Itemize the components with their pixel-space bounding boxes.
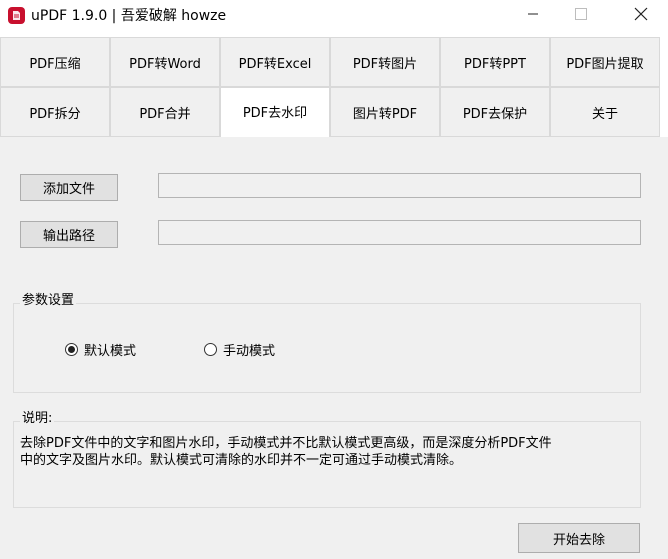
tab-pdf-remove-protection[interactable]: PDF去保护 xyxy=(440,87,550,137)
maximize-button[interactable] xyxy=(558,0,604,32)
default-mode-radio[interactable]: 默认模式 xyxy=(65,340,136,359)
file-path-field[interactable] xyxy=(158,173,641,198)
minimize-button[interactable] xyxy=(510,0,556,32)
updf-app-icon xyxy=(8,7,25,24)
manual-mode-label: 手动模式 xyxy=(223,344,276,359)
close-button[interactable] xyxy=(618,0,664,32)
tab-about[interactable]: 关于 xyxy=(550,87,660,137)
tab-pdf-to-word[interactable]: PDF转Word xyxy=(110,37,220,87)
description-group-label: 说明: xyxy=(20,411,55,427)
tab-pdf-merge[interactable]: PDF合并 xyxy=(110,87,220,137)
tab-pdf-to-ppt[interactable]: PDF转PPT xyxy=(440,37,550,87)
tab-pdf-remove-watermark[interactable]: PDF去水印 xyxy=(220,87,330,137)
tab-pdf-split[interactable]: PDF拆分 xyxy=(0,87,110,137)
tab-pdf-image-extract[interactable]: PDF图片提取 xyxy=(550,37,660,87)
settings-group-label: 参数设置 xyxy=(20,293,77,309)
maximize-icon xyxy=(575,8,587,24)
minimize-icon xyxy=(527,8,539,24)
window-title: uPDF 1.9.0 | 吾爱破解 howze xyxy=(31,8,227,24)
output-path-field[interactable] xyxy=(158,220,641,245)
start-remove-button[interactable]: 开始去除 xyxy=(518,523,640,553)
output-path-button[interactable]: 输出路径 xyxy=(20,221,118,248)
add-file-button[interactable]: 添加文件 xyxy=(20,174,118,201)
description-text: 去除PDF文件中的文字和图片水印，手动模式并不比默认模式更高级，而是深度分析PD… xyxy=(20,436,552,468)
manual-mode-radio[interactable]: 手动模式 xyxy=(204,340,275,359)
tab-pdf-to-excel[interactable]: PDF转Excel xyxy=(220,37,330,87)
close-icon xyxy=(634,7,648,25)
tab-pdf-to-image[interactable]: PDF转图片 xyxy=(330,37,440,87)
default-mode-label: 默认模式 xyxy=(84,344,137,359)
radio-unchecked-icon xyxy=(204,343,217,356)
watermark-panel: 添加文件 输出路径 参数设置 默认模式 手动模式 说明: 去除PDF文件中的文字… xyxy=(0,137,668,559)
radio-checked-icon xyxy=(65,343,78,356)
tab-pdf-compress[interactable]: PDF压缩 xyxy=(0,37,110,87)
title-bar: uPDF 1.9.0 | 吾爱破解 howze xyxy=(0,0,668,32)
app-window: uPDF 1.9.0 | 吾爱破解 howze PDF压缩 PDF转Word P… xyxy=(0,0,668,559)
tab-image-to-pdf[interactable]: 图片转PDF xyxy=(330,87,440,137)
